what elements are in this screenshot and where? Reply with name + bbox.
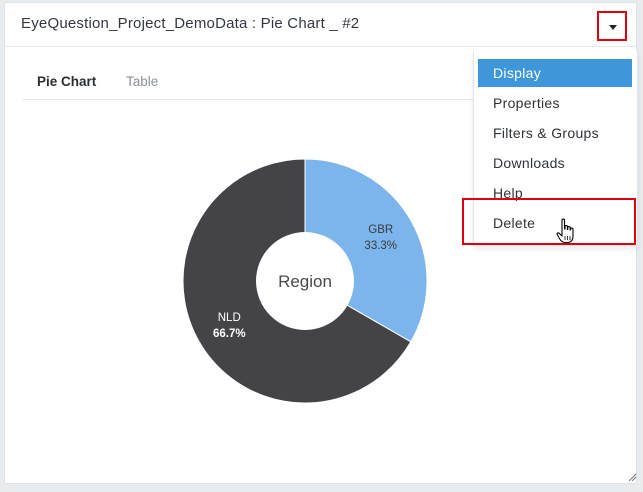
- menu-item-display[interactable]: Display: [478, 59, 632, 87]
- panel-dropdown-menu: Display Properties Filters & Groups Down…: [473, 51, 638, 246]
- caret-down-icon: [609, 25, 617, 30]
- slice-label-nld: NLD: [218, 312, 241, 324]
- tab-table[interactable]: Table: [126, 69, 158, 98]
- pie-chart: GBR 33.3% NLD 66.7% Region: [165, 153, 435, 408]
- tab-pie-chart[interactable]: Pie Chart: [37, 69, 96, 98]
- slice-percent-gbr: 33.3%: [364, 240, 397, 252]
- chart-panel: EyeQuestion_Project_DemoData : Pie Chart…: [4, 2, 638, 484]
- menu-item-help[interactable]: Help: [478, 179, 632, 207]
- view-tabs: Pie Chart Table: [23, 69, 503, 100]
- slice-label-gbr: GBR: [368, 224, 393, 236]
- pie-chart-svg: GBR 33.3% NLD 66.7% Region: [182, 158, 428, 404]
- menu-item-downloads[interactable]: Downloads: [478, 149, 632, 177]
- menu-item-filters-groups[interactable]: Filters & Groups: [478, 119, 632, 147]
- menu-item-properties[interactable]: Properties: [478, 89, 632, 117]
- panel-menu-toggle-button[interactable]: [597, 11, 627, 41]
- panel-header: EyeQuestion_Project_DemoData : Pie Chart…: [5, 3, 636, 47]
- slice-percent-nld: 66.7%: [213, 328, 246, 340]
- donut-center-label: Region: [278, 272, 332, 291]
- resize-grip-icon[interactable]: [627, 472, 637, 482]
- panel-title: EyeQuestion_Project_DemoData : Pie Chart…: [21, 15, 360, 32]
- menu-item-delete[interactable]: Delete: [478, 209, 632, 237]
